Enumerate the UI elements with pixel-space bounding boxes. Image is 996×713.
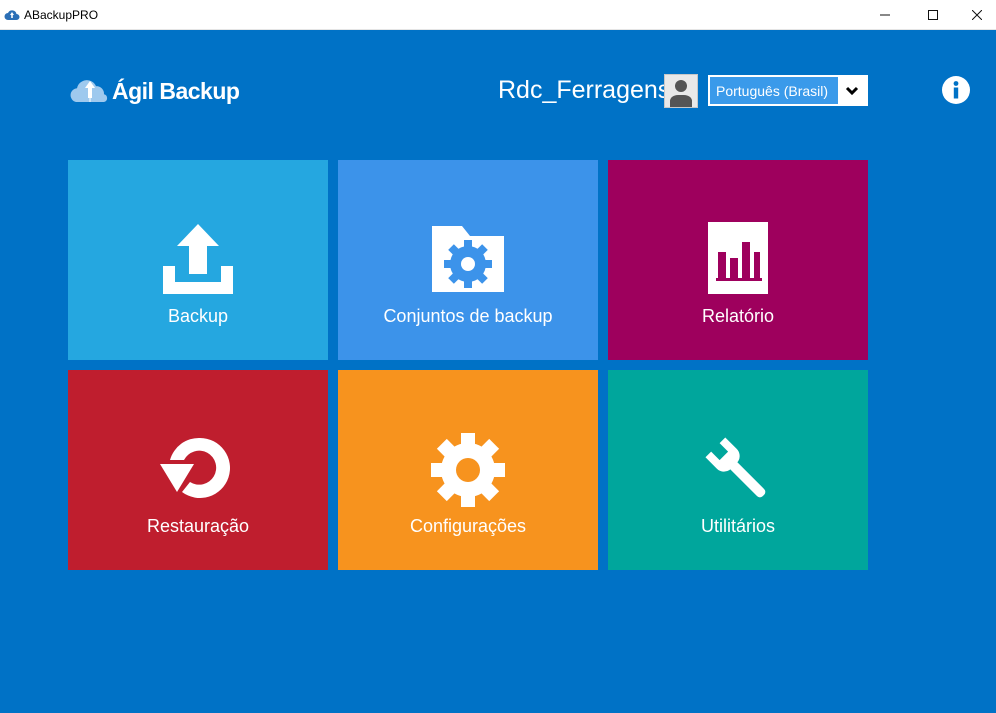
chevron-down-icon	[845, 86, 859, 95]
close-icon	[972, 10, 982, 20]
restore-label: Restauração	[146, 516, 250, 536]
dropdown-arrow[interactable]	[838, 77, 866, 104]
cloud-app-icon	[4, 10, 20, 20]
report-label: Relatório	[701, 306, 775, 326]
cloud-upload-logo-icon	[70, 80, 108, 102]
avatar[interactable]	[664, 74, 698, 108]
language-select[interactable]: Português (Brasil)	[708, 75, 868, 106]
upload-icon	[68, 222, 328, 298]
report-tile[interactable]: Relatório	[608, 160, 868, 360]
info-icon	[942, 76, 970, 104]
backup-label: Backup	[167, 306, 229, 326]
gear-icon	[338, 432, 598, 508]
utilities-tile[interactable]: Utilitários	[608, 370, 868, 570]
settings-tile[interactable]: Configurações	[338, 370, 598, 570]
report-chart-icon	[608, 222, 868, 298]
restore-tile[interactable]: Restauração	[68, 370, 328, 570]
app-logo: Ágil Backup	[68, 76, 240, 106]
logo-text: Ágil Backup	[112, 77, 240, 104]
maximize-icon	[928, 10, 938, 20]
window-title: ABackupPRO	[24, 8, 99, 22]
minimize-icon	[880, 14, 890, 16]
main-area: Ágil Backup Rdc_Ferragens Português (Bra…	[0, 30, 996, 713]
backup-sets-label: Conjuntos de backup	[383, 306, 553, 326]
title-bar: ABackupPRO	[0, 0, 996, 30]
info-button[interactable]	[942, 76, 970, 104]
user-name: Rdc_Ferragens	[498, 76, 671, 104]
language-selected-value: Português (Brasil)	[716, 82, 829, 99]
restore-icon	[68, 432, 328, 508]
settings-label: Configurações	[409, 516, 527, 536]
maximize-button[interactable]	[910, 0, 956, 30]
user-avatar-icon	[670, 80, 692, 107]
wrench-icon	[608, 432, 868, 508]
backup-tile[interactable]: Backup	[68, 160, 328, 360]
folder-gear-icon	[338, 222, 598, 298]
utilities-label: Utilitários	[700, 516, 775, 536]
close-button[interactable]	[954, 0, 996, 30]
minimize-button[interactable]	[862, 0, 908, 30]
backup-sets-tile[interactable]: Conjuntos de backup	[338, 160, 598, 360]
